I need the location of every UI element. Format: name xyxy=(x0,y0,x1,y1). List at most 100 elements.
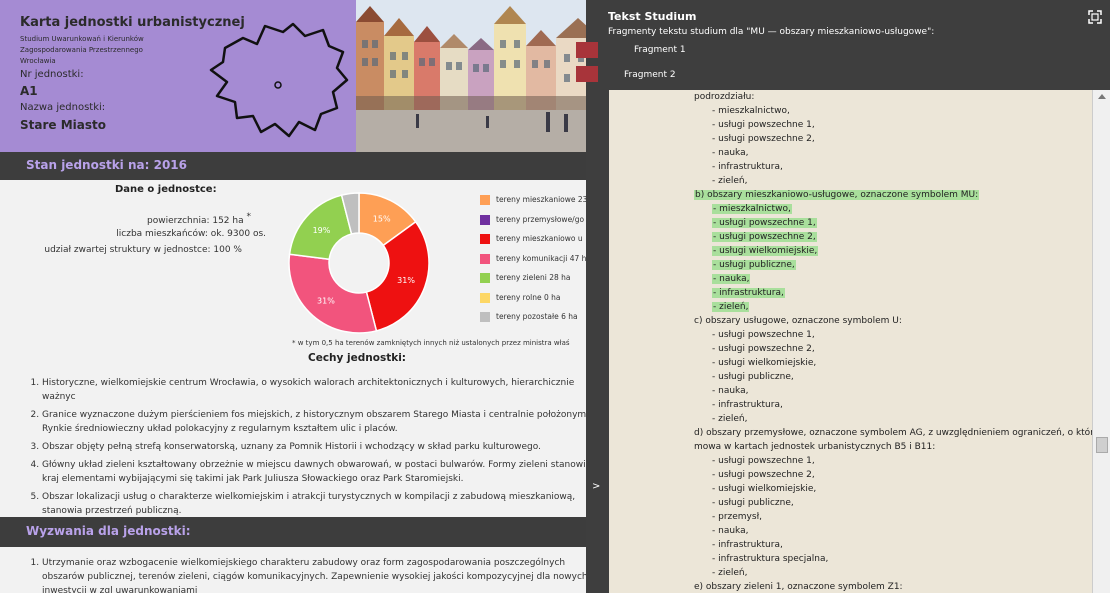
study-text-line-content: - nauka, xyxy=(712,526,749,536)
legend-label: tereny rolne 0 ha xyxy=(496,292,561,302)
unit-name: Stare Miasto xyxy=(20,118,106,132)
stat-area-mark: * xyxy=(246,212,252,222)
legend-swatch xyxy=(480,214,490,225)
unit-number-label: Nr jednostki: xyxy=(20,69,84,80)
study-text-line-content: b) obszary mieszkaniowo-usługowe, oznacz… xyxy=(694,190,980,200)
card-subtitle: Studium Uwarunkowań i Kierunków Zagospod… xyxy=(20,35,144,65)
study-text-line-content: d) obszary przemysłowe, oznaczone symbol… xyxy=(694,428,1092,438)
study-text-panel: Tekst Studium Fragmenty tekstu studium d… xyxy=(576,0,1110,593)
legend-label: tereny przemysłowe/go xyxy=(496,214,585,224)
state-heading: Stan jednostki na: 2016 xyxy=(26,158,187,172)
legend-item: tereny przemysłowe/go xyxy=(480,214,600,234)
study-text-line: - usługi powszechne 1, xyxy=(694,328,1084,342)
study-text-line-content: podrozdziału: xyxy=(694,92,755,102)
study-text-line-content: - nauka, xyxy=(712,148,749,158)
feature-item: Granice wyznaczone dużym pierścieniem fo… xyxy=(42,408,600,436)
study-text-line: - usługi wielkomiejskie, xyxy=(694,356,1084,370)
unit-number: A1 xyxy=(20,84,38,98)
legend-swatch xyxy=(480,234,490,244)
study-text-line: - zieleń, xyxy=(694,566,1084,580)
study-text-line: - nauka, xyxy=(694,146,1084,160)
fragment-2-link[interactable]: Fragment 2 xyxy=(624,70,676,80)
study-text-line: - usługi powszechne 1, xyxy=(694,454,1084,468)
legend-item: tereny zieleni 28 ha xyxy=(480,272,600,292)
study-text-line-highlighted: - zieleń, xyxy=(694,300,1084,314)
legend-label: tereny pozostałe 6 ha xyxy=(496,312,578,321)
challenge-item: Utrzymanie oraz wzbogacenie wielkomiejsk… xyxy=(42,556,600,593)
scroll-up-arrow-icon[interactable] xyxy=(1098,94,1106,99)
study-text-line: d) obszary przemysłowe, oznaczone symbol… xyxy=(694,426,1092,440)
study-text-line-content: mowa w kartach jednostek urbanistycznych… xyxy=(694,442,936,452)
study-text-lines: podrozdziału: - mieszkalnictwo, - usługi p… xyxy=(694,90,1092,593)
study-text-line-content: - usługi publiczne, xyxy=(712,260,796,270)
study-text-line: c) obszary usługowe, oznaczone symbolem … xyxy=(694,314,1084,328)
study-text-content: podrozdziału: - mieszkalnictwo, - usługi p… xyxy=(609,90,1092,593)
study-text-line: mowa w kartach jednostek urbanistycznych… xyxy=(694,440,1084,454)
legend-swatch xyxy=(480,273,490,283)
chart-slice xyxy=(288,253,378,334)
study-text-line-highlighted: - nauka, xyxy=(694,272,1084,286)
state-section-bar: Stan jednostki na: 2016 xyxy=(0,152,600,180)
app-root: Karta jednostki urbanistycznej Studium U… xyxy=(0,0,1110,593)
study-text-line: - nauka, xyxy=(694,384,1084,398)
legend-item: tereny pozostałe 6 ha xyxy=(480,311,600,331)
features-heading: Cechy jednostki: xyxy=(308,352,407,364)
text-scrollbar[interactable] xyxy=(1092,90,1110,593)
legend-item: tereny rolne 0 ha xyxy=(480,292,600,312)
legend-label: tereny komunikacji 47 h xyxy=(496,253,587,263)
unit-name-label: Nazwa jednostki: xyxy=(20,102,106,113)
study-text-line: - mieszkalnictwo, xyxy=(694,104,1084,118)
study-text-line-content: - usługi publiczne, xyxy=(712,498,794,508)
study-text-line: - usługi powszechne 2, xyxy=(694,342,1084,356)
study-text-line: - infrastruktura, xyxy=(694,538,1084,552)
legend-item: tereny komunikacji 47 h xyxy=(480,253,600,273)
feature-item: Historyczne, wielkomiejskie centrum Wroc… xyxy=(42,376,600,404)
legend-label: tereny zieleni 28 ha xyxy=(496,273,571,282)
study-text-line-highlighted: b) obszary mieszkaniowo-usługowe, oznacz… xyxy=(694,188,1084,202)
study-text-line: - usługi powszechne 2, xyxy=(694,132,1084,146)
chart-slice-label: 19% xyxy=(313,226,331,235)
study-text-line-content: - infrastruktura, xyxy=(712,162,783,172)
study-text-line-highlighted: - usługi wielkomiejskie, xyxy=(694,244,1084,258)
study-text-line-content: - infrastruktura, xyxy=(712,540,783,550)
city-outline-map xyxy=(209,22,349,138)
study-text-line-content: - usługi publiczne, xyxy=(712,372,794,382)
study-text-line: - infrastruktura specjalna, xyxy=(694,552,1084,566)
legend-item: tereny mieszkaniowo u xyxy=(480,233,600,253)
collapse-panel-toggle[interactable]: > xyxy=(592,481,600,492)
study-text-line: - zieleń, xyxy=(694,174,1084,188)
study-text-line: - nauka, xyxy=(694,524,1084,538)
study-text-line-content: - usługi powszechne 2, xyxy=(712,134,815,144)
study-text-line-content: - mieszkalnictwo, xyxy=(712,106,790,116)
fragment-1-marker xyxy=(576,42,598,58)
study-text-line: - usługi powszechne 1, xyxy=(694,118,1084,132)
legend-label: tereny mieszkaniowo u xyxy=(496,234,583,243)
legend-swatch xyxy=(480,312,490,322)
study-text-line-content: - usługi powszechne 1, xyxy=(712,120,815,130)
study-text-line-content: - usługi powszechne 1, xyxy=(712,330,815,340)
study-text-line-highlighted: - usługi powszechne 1, xyxy=(694,216,1084,230)
study-text-line-content: - zieleń, xyxy=(712,302,750,312)
study-text-line-content: - mieszkalnictwo, xyxy=(712,204,792,214)
challenges-heading: Wyzwania dla jednostki: xyxy=(26,524,191,538)
stat-residents: liczba mieszkańców: ok. 9300 os. xyxy=(116,229,266,239)
maximize-icon[interactable] xyxy=(1088,10,1102,24)
study-text-line-content: - usługi wielkomiejskie, xyxy=(712,484,817,494)
study-text-line: - usługi wielkomiejskie, xyxy=(694,482,1084,496)
study-text-line-content: - zieleń, xyxy=(712,414,748,424)
study-text-line: - infrastruktura, xyxy=(694,398,1084,412)
study-text-line-content: - zieleń, xyxy=(712,568,748,578)
study-text-line: - zieleń, xyxy=(694,412,1084,426)
study-text-line-highlighted: - mieszkalnictwo, xyxy=(694,202,1084,216)
feature-item: Obszar lokalizacji usług o charakterze w… xyxy=(42,490,600,518)
study-text-line: - usługi publiczne, xyxy=(694,496,1084,510)
study-text-line-content: - infrastruktura, xyxy=(712,400,783,410)
feature-item: Obszar objęty pełną strefą konserwatorsk… xyxy=(42,440,600,454)
scroll-thumb[interactable] xyxy=(1096,437,1108,453)
study-text-line-content: - usługi wielkomiejskie, xyxy=(712,246,819,256)
feature-item: Główny układ zieleni kształtowany obrzeż… xyxy=(42,458,600,486)
study-text-line-highlighted: - infrastruktura, xyxy=(694,286,1084,300)
chart-footnote: * w tym 0,5 ha terenów zamkniętych innyc… xyxy=(292,339,570,347)
fragment-1-link[interactable]: Fragment 1 xyxy=(634,45,686,55)
unit-card: Karta jednostki urbanistycznej Studium U… xyxy=(0,0,600,593)
